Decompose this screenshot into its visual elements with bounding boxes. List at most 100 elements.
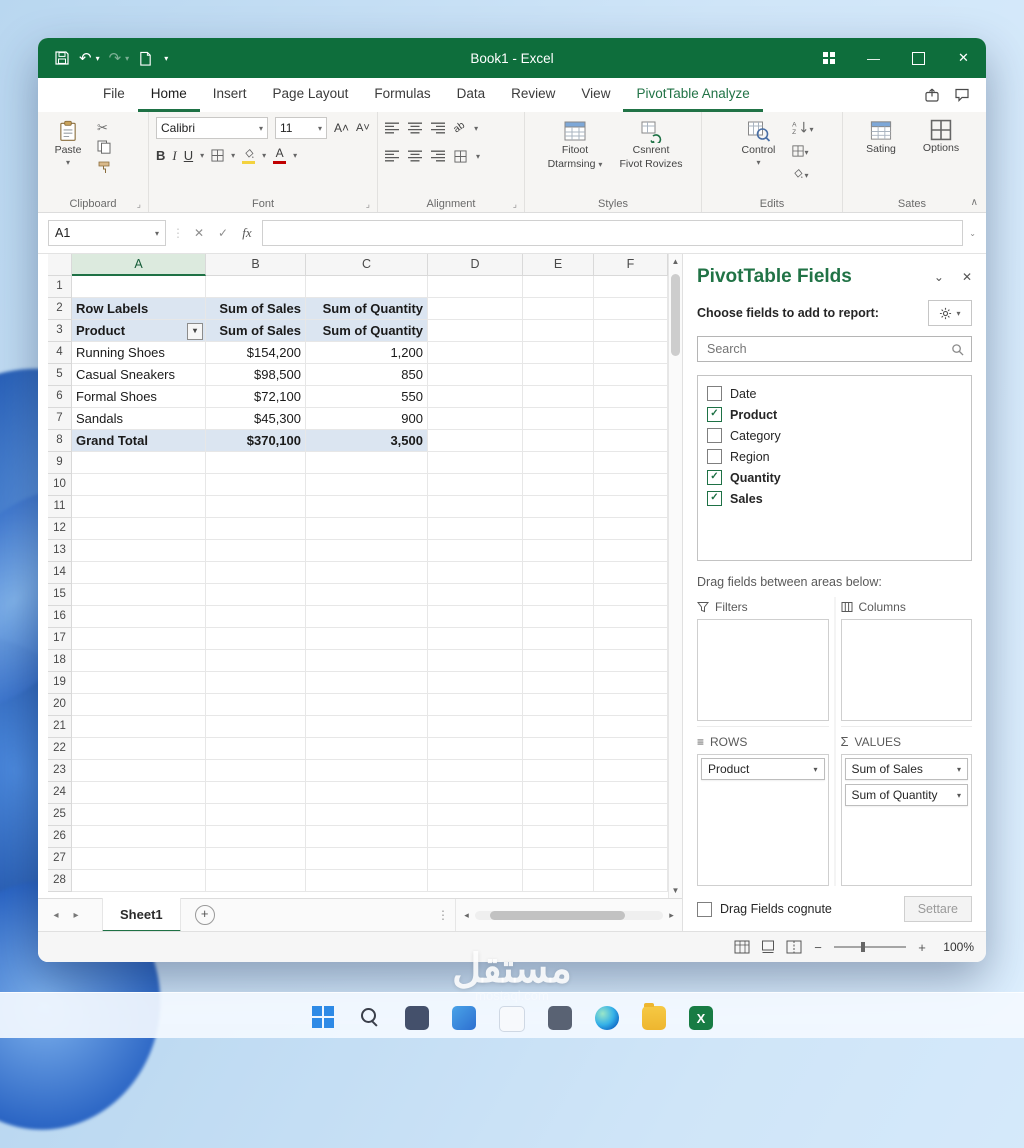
search-input[interactable] — [705, 341, 951, 357]
grid-cell-d22[interactable] — [428, 738, 523, 760]
grid-cell-f16[interactable] — [594, 606, 668, 628]
scroll-right-icon[interactable]: ▸ — [663, 910, 680, 921]
grid-cell-e6[interactable] — [523, 386, 594, 408]
grid-cell-c11[interactable] — [306, 496, 428, 518]
chevron-down-icon[interactable]: ▾ — [476, 152, 480, 161]
grid-cell-c3[interactable]: Sum of Quantity — [306, 320, 428, 342]
column-header-f[interactable]: F — [594, 254, 668, 276]
font-color-button[interactable]: A — [273, 147, 287, 164]
grid-cell-b1[interactable] — [206, 276, 306, 298]
grid-cell-a21[interactable] — [72, 716, 206, 738]
grid-cell-c28[interactable] — [306, 870, 428, 892]
select-all-corner[interactable] — [48, 254, 72, 276]
grid-cell-b19[interactable] — [206, 672, 306, 694]
row-header-16[interactable]: 16 — [48, 606, 72, 628]
grid-cell-c21[interactable] — [306, 716, 428, 738]
grid-cell-e24[interactable] — [523, 782, 594, 804]
row-header-13[interactable]: 13 — [48, 540, 72, 562]
row-header-25[interactable]: 25 — [48, 804, 72, 826]
tab-file[interactable]: File — [90, 78, 138, 112]
grid-cell-f15[interactable] — [594, 584, 668, 606]
row-header-15[interactable]: 15 — [48, 584, 72, 606]
grid-cell-d27[interactable] — [428, 848, 523, 870]
grid-cell-f12[interactable] — [594, 518, 668, 540]
grid-cell-a23[interactable] — [72, 760, 206, 782]
tab-pivottable-analyze[interactable]: PivotTable Analyze — [623, 78, 763, 112]
horizontal-scroll-track[interactable] — [475, 910, 663, 920]
options-button[interactable]: Options — [913, 117, 969, 155]
grid-cell-e23[interactable] — [523, 760, 594, 782]
horizontal-scroll-thumb[interactable] — [490, 910, 626, 920]
field-item-sales[interactable]: ✓ Sales — [707, 488, 962, 509]
grid-cell-d9[interactable] — [428, 452, 523, 474]
tab-data[interactable]: Data — [444, 78, 499, 112]
row-header-1[interactable]: 1 — [48, 276, 72, 298]
tab-bar-splitter[interactable]: ⋮ — [431, 908, 455, 922]
zoom-slider[interactable] — [834, 942, 906, 952]
grid-cell-d4[interactable] — [428, 342, 523, 364]
field-item-quantity[interactable]: ✓ Quantity — [707, 467, 962, 488]
grid-cell-a15[interactable] — [72, 584, 206, 606]
grid-cell-d28[interactable] — [428, 870, 523, 892]
pane-options-chevron-icon[interactable]: ⌄ — [934, 270, 944, 284]
grid-cell-a24[interactable] — [72, 782, 206, 804]
grid-cell-e20[interactable] — [523, 694, 594, 716]
fill-down-button[interactable]: ▾ — [792, 142, 813, 160]
grid-cell-e14[interactable] — [523, 562, 594, 584]
field-item-category[interactable]: Category — [707, 425, 962, 446]
zoom-out-button[interactable]: − — [812, 940, 824, 955]
redo-button[interactable]: ↷ — [109, 51, 122, 66]
grid-cell-a18[interactable] — [72, 650, 206, 672]
row-header-14[interactable]: 14 — [48, 562, 72, 584]
grid-cell-d1[interactable] — [428, 276, 523, 298]
grid-cell-e15[interactable] — [523, 584, 594, 606]
grid-cell-a6[interactable]: Formal Shoes — [72, 386, 206, 408]
grid-cell-f22[interactable] — [594, 738, 668, 760]
grid-cell-a7[interactable]: Sandals — [72, 408, 206, 430]
grid-cell-d5[interactable] — [428, 364, 523, 386]
grid-cell-c17[interactable] — [306, 628, 428, 650]
control-button[interactable]: Control ▾ — [730, 117, 786, 167]
comments-icon[interactable] — [954, 87, 970, 103]
tab-formulas[interactable]: Formulas — [361, 78, 443, 112]
update-button[interactable]: Settare — [903, 896, 972, 922]
row-header-27[interactable]: 27 — [48, 848, 72, 870]
grid-cell-f6[interactable] — [594, 386, 668, 408]
field-checkbox-product[interactable]: ✓ — [707, 407, 722, 422]
grid-cell-a8[interactable]: Grand Total — [72, 430, 206, 452]
grid-cell-b14[interactable] — [206, 562, 306, 584]
dialog-launcher-icon[interactable]: ⌟ — [513, 199, 517, 210]
excel-icon[interactable]: X — [689, 1006, 713, 1030]
insert-function-icon[interactable]: fx — [238, 225, 256, 241]
grid-cell-b18[interactable] — [206, 650, 306, 672]
row-header-21[interactable]: 21 — [48, 716, 72, 738]
grid-cell-b5[interactable]: $98,500 — [206, 364, 306, 386]
grid-cell-f7[interactable] — [594, 408, 668, 430]
chevron-down-icon[interactable]: ▾ — [96, 54, 100, 63]
grid-cell-d12[interactable] — [428, 518, 523, 540]
dialog-launcher-icon[interactable]: ⌟ — [366, 199, 370, 210]
grid-cell-e4[interactable] — [523, 342, 594, 364]
grid-cell-f4[interactable] — [594, 342, 668, 364]
sort-filter-button[interactable]: ▾ — [792, 119, 814, 137]
row-header-4[interactable]: 4 — [48, 342, 72, 364]
grid-cell-c12[interactable] — [306, 518, 428, 540]
grid-cell-b23[interactable] — [206, 760, 306, 782]
row-header-17[interactable]: 17 — [48, 628, 72, 650]
grid-cell-a9[interactable] — [72, 452, 206, 474]
grid-cell-f27[interactable] — [594, 848, 668, 870]
expand-formula-bar-icon[interactable]: ⌄ — [969, 229, 976, 238]
copy-icon[interactable] — [97, 140, 111, 154]
row-header-10[interactable]: 10 — [48, 474, 72, 496]
grid-cell-b7[interactable]: $45,300 — [206, 408, 306, 430]
grid-cell-b17[interactable] — [206, 628, 306, 650]
grid-cell-c22[interactable] — [306, 738, 428, 760]
fill-color-button[interactable] — [242, 148, 256, 164]
grid-cell-b26[interactable] — [206, 826, 306, 848]
grid-cell-b8[interactable]: $370,100 — [206, 430, 306, 452]
grid-cell-f18[interactable] — [594, 650, 668, 672]
grid-cell-c15[interactable] — [306, 584, 428, 606]
grid-cell-a26[interactable] — [72, 826, 206, 848]
format-style-button[interactable]: Fitoot Dtarmsing ▾ — [540, 117, 610, 171]
row-header-26[interactable]: 26 — [48, 826, 72, 848]
